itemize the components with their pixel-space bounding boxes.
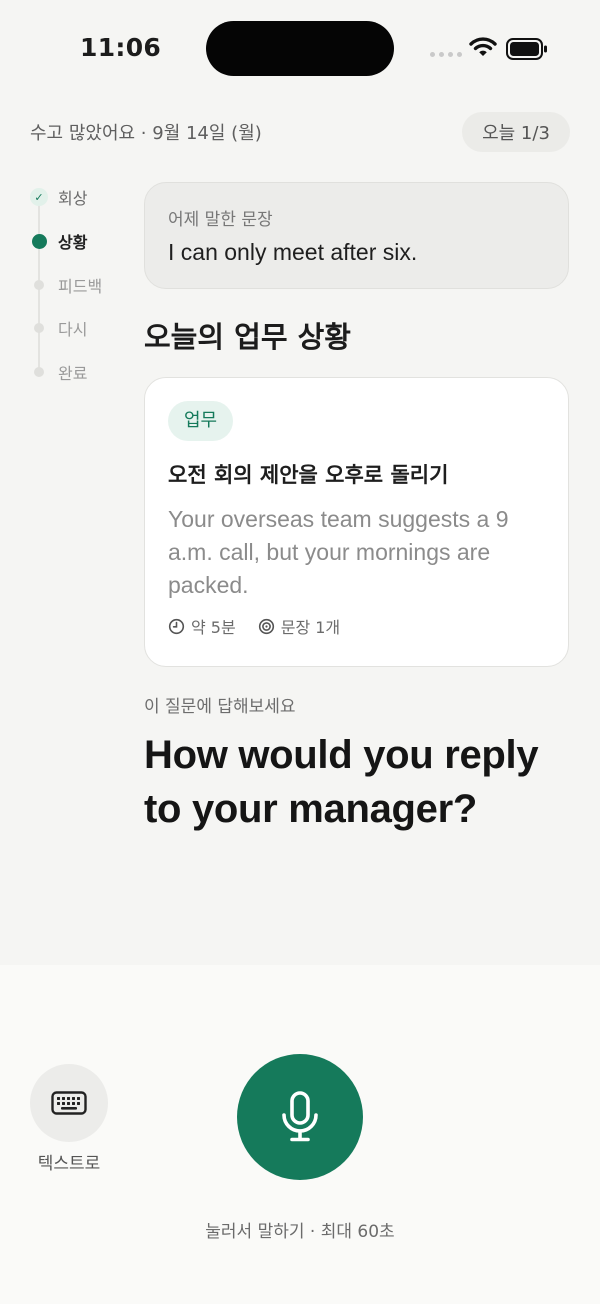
step-label: 다시 [58, 320, 88, 339]
step-label: 피드백 [58, 277, 103, 296]
battery-icon [506, 38, 547, 60]
category-tag: 업무 [168, 401, 234, 441]
text-input-button[interactable] [30, 1064, 108, 1142]
task-title: 오전 회의 제안을 오후로 돌리기 [168, 463, 449, 487]
step-situation: 상황 [28, 228, 87, 254]
keyboard-icon [51, 1091, 87, 1115]
question-hint: 이 질문에 답해보세요 [144, 697, 296, 717]
greeting-date: 수고 많았어요 · 9월 14일 (월) [30, 123, 262, 144]
active-step-dot [31, 233, 47, 249]
step-retry: 다시 [28, 315, 87, 341]
step-recall: ✓ 회상 [28, 184, 87, 210]
previous-sentence-label: 어제 말한 문장 [168, 210, 273, 230]
duration-meta: 약 5분 [168, 614, 236, 638]
record-hint: 눌러서 말하기 · 최대 60초 [205, 1222, 395, 1242]
microphone-icon [282, 1091, 318, 1142]
daily-progress-badge: 오늘 1/3 [462, 112, 570, 152]
pending-step-dot [34, 280, 44, 290]
pending-step-dot [34, 323, 44, 333]
duration-text: 약 5분 [191, 618, 236, 637]
pending-step-dot [34, 367, 44, 377]
step-label: 회상 [58, 189, 88, 208]
wifi-icon [469, 37, 497, 56]
question-text: How would you reply to your manager? [144, 733, 539, 831]
status-time: 11:06 [80, 33, 162, 62]
step-label: 상황 [58, 233, 88, 252]
step-feedback: 피드백 [28, 272, 102, 298]
screen: 11:06 수고 많았어요 · 9월 14일 (월) 오늘 1/3 ✓ 회상 상… [0, 0, 600, 1304]
record-button[interactable] [237, 1054, 363, 1180]
clock-icon [168, 618, 185, 634]
cellular-signal-icon [430, 52, 462, 57]
previous-sentence-text: I can only meet after six. [168, 239, 418, 265]
target-icon [258, 618, 274, 634]
task-card: 업무 오전 회의 제안을 오후로 돌리기 Your overseas team … [144, 377, 569, 667]
sentence-count-meta: 문장 1개 [258, 614, 340, 638]
status-bar: 11:06 [0, 0, 600, 96]
previous-sentence-card: 어제 말한 문장 I can only meet after six. [144, 182, 569, 289]
section-title: 오늘의 업무 상황 [144, 320, 351, 354]
sentence-count-text: 문장 1개 [280, 618, 341, 637]
task-meta: 약 5분 문장 1개 [168, 614, 545, 638]
check-icon: ✓ [30, 188, 48, 206]
task-description: Your overseas team suggests a 9 a.m. cal… [168, 506, 509, 598]
step-label: 완료 [58, 364, 88, 383]
step-complete: 완료 [28, 359, 87, 385]
text-input-label[interactable]: 텍스트로 [32, 1149, 106, 1174]
dynamic-island [206, 21, 394, 76]
